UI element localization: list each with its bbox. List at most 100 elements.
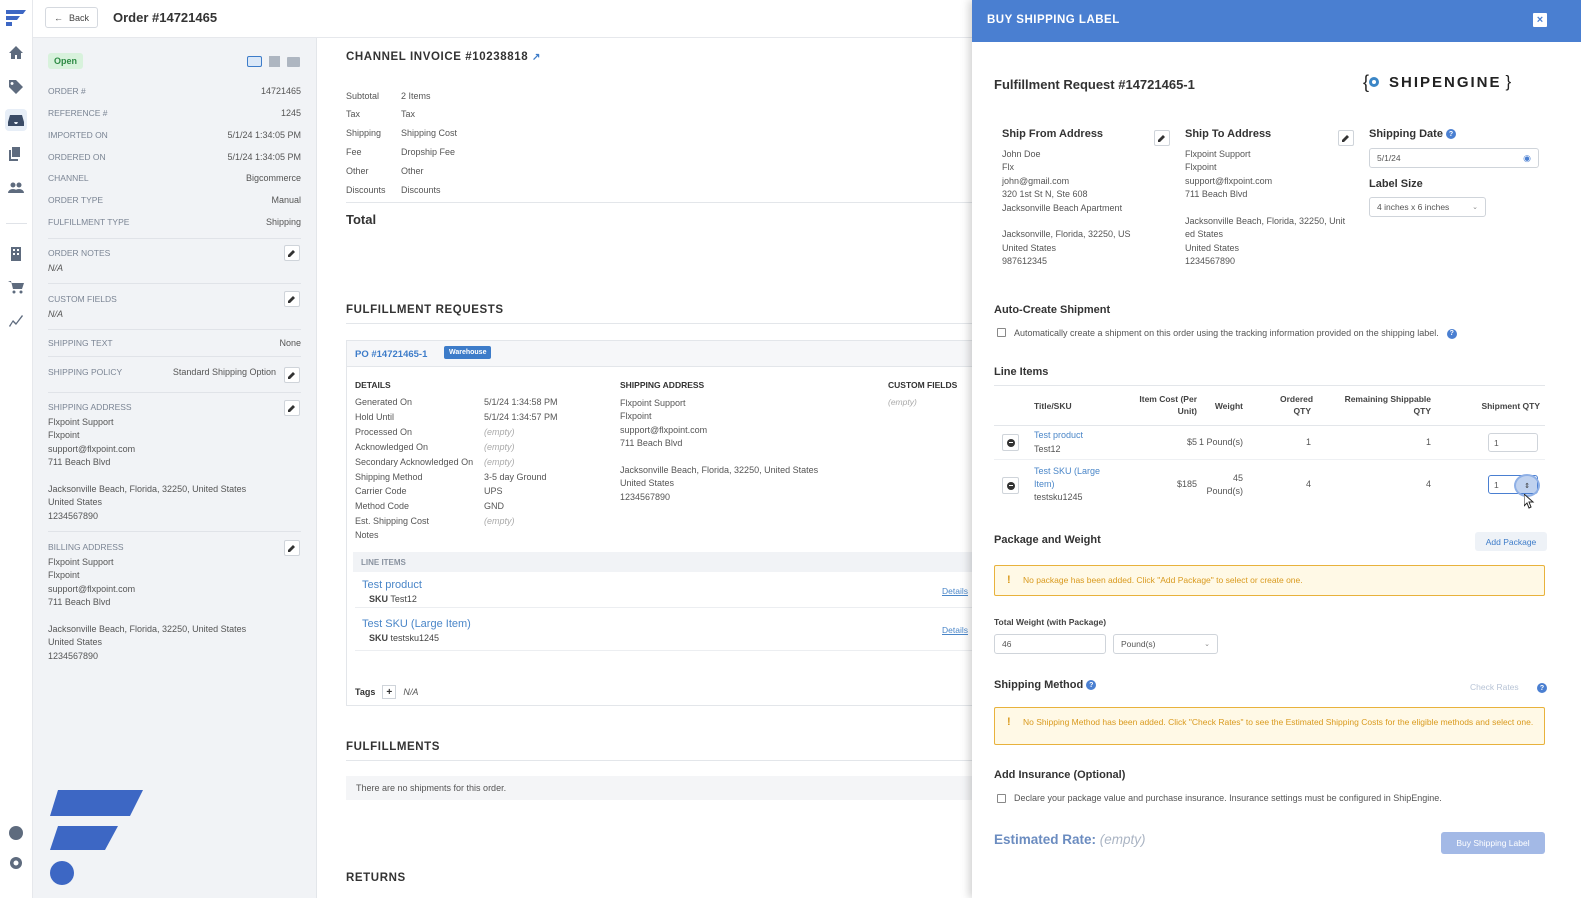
label-size-select[interactable]: 4 inches x 6 inches ⌄ xyxy=(1369,197,1486,217)
edit-ship-from-button[interactable] xyxy=(1154,130,1170,146)
col-remaining-qty: Remaining Shippable QTY xyxy=(1344,394,1431,416)
flxpoint-logo-icon[interactable] xyxy=(4,6,28,30)
inbox-icon[interactable] xyxy=(5,109,27,131)
invoice-icon[interactable] xyxy=(269,56,280,67)
add-package-button[interactable]: Add Package xyxy=(1475,532,1547,551)
po-title[interactable]: PO #14721465-1 xyxy=(355,349,427,360)
edit-order-notes-button[interactable] xyxy=(284,245,300,261)
auto-create-text: Automatically create a shipment on this … xyxy=(1014,328,1457,339)
tags-label: Tags xyxy=(355,687,376,697)
sku-value: Test12 xyxy=(390,594,417,604)
arrow-left-icon: ← xyxy=(53,12,63,23)
row-title[interactable]: Test product xyxy=(1034,430,1083,440)
detail-label: Method Code xyxy=(355,501,410,511)
package-weight-title: Package and Weight xyxy=(994,534,1101,546)
help-icon[interactable] xyxy=(5,822,27,844)
minus-circle-icon xyxy=(1006,481,1015,490)
copy-icon[interactable] xyxy=(5,143,27,165)
detail-label: Processed On xyxy=(355,427,413,437)
home-icon[interactable] xyxy=(5,42,27,64)
shipengine-logo: { SHIPENGINE } xyxy=(1363,71,1511,93)
building-icon[interactable] xyxy=(5,243,27,265)
tags-row: Tags + N/A xyxy=(355,685,418,699)
invoice-row: Discounts Discounts xyxy=(346,185,441,195)
invoice-value: Other xyxy=(401,166,424,176)
shipment-qty-input[interactable]: 1 xyxy=(1488,433,1538,452)
help-icon[interactable]: ? xyxy=(1446,328,1457,339)
shipping-policy-row: SHIPPING POLICY Standard Shipping Option xyxy=(48,367,276,377)
divider xyxy=(48,356,301,357)
address-line: Flxpoint Support xyxy=(48,557,114,567)
address-line: Flxpoint xyxy=(620,411,652,422)
line-item-name[interactable]: Test SKU (Large Item) xyxy=(362,618,471,630)
divider xyxy=(355,607,981,608)
row-title[interactable]: Test SKU (Large Item) xyxy=(1034,465,1114,491)
auto-create-checkbox[interactable] xyxy=(997,328,1006,337)
auto-create-title: Auto-Create Shipment xyxy=(994,304,1111,316)
field-label: BILLING ADDRESS xyxy=(48,542,124,552)
buy-shipping-label-button[interactable]: Buy Shipping Label xyxy=(1441,832,1545,854)
shipengine-gear-icon: { xyxy=(1363,72,1379,92)
line-item-details-link[interactable]: Details xyxy=(942,625,968,635)
invoice-value: Shipping Cost xyxy=(401,128,458,138)
edit-shipping-policy-button[interactable] xyxy=(284,367,300,383)
order-details-panel: Open ORDER # 14721465 REFERENCE # 1245 IMP… xyxy=(33,38,317,898)
shipping-date-input[interactable]: 5/1/24 ◉ xyxy=(1369,148,1539,168)
tag-icon[interactable] xyxy=(5,76,27,98)
cash-icon[interactable] xyxy=(247,56,262,67)
cart-icon[interactable] xyxy=(5,276,27,298)
check-rates-button[interactable]: Check Rates xyxy=(1470,682,1519,692)
help-icon[interactable]: ? xyxy=(1445,129,1456,140)
help-icon[interactable]: ? xyxy=(1537,683,1547,693)
shipping-address-block: Flxpoint Support Flxpoint support@flxpoi… xyxy=(48,416,246,523)
svg-text:{: { xyxy=(1363,72,1369,92)
add-tag-button[interactable]: + xyxy=(382,685,397,699)
line-item-details-link[interactable]: Details xyxy=(942,586,968,596)
divider xyxy=(48,329,301,330)
row-weight: 45 Pound(s) xyxy=(1206,473,1243,496)
field-value: Bigcommerce xyxy=(245,173,301,183)
weight-unit-select[interactable]: Pound(s) ⌄ xyxy=(1113,634,1218,654)
total-weight-input[interactable]: 46 xyxy=(994,634,1106,654)
logo-bracket: } xyxy=(1505,72,1512,91)
settings-gear-icon[interactable] xyxy=(5,852,27,874)
sku-value: testsku1245 xyxy=(390,633,440,643)
insurance-checkbox[interactable] xyxy=(997,794,1006,803)
invoice-label: Discounts xyxy=(346,185,386,195)
total-weight-value: 46 xyxy=(1002,639,1012,649)
billing-address-row: BILLING ADDRESS xyxy=(48,542,301,552)
analytics-icon[interactable] xyxy=(5,309,27,331)
remove-row-button[interactable] xyxy=(1002,434,1019,451)
invoice-row: Other Other xyxy=(346,166,424,176)
order-number-row: ORDER # 14721465 xyxy=(48,86,301,96)
external-link-icon[interactable]: ↗ xyxy=(532,52,541,63)
invoice-value: Tax xyxy=(401,109,416,119)
line-item-name[interactable]: Test product xyxy=(362,579,422,591)
divider xyxy=(48,531,301,532)
address-line: john@gmail.com xyxy=(1002,175,1070,186)
col-weight: Weight xyxy=(1214,401,1243,411)
edit-ship-to-button[interactable] xyxy=(1338,130,1354,146)
estimated-rate-value: (empty) xyxy=(1099,832,1146,847)
shipping-address-heading: SHIPPING ADDRESS xyxy=(620,380,705,390)
field-label: CUSTOM FIELDS xyxy=(48,294,117,304)
fulfillments-title: FULFILLMENTS xyxy=(346,741,441,753)
sku-label: SKU xyxy=(369,633,389,643)
edit-shipping-address-button[interactable] xyxy=(284,400,300,416)
clear-icon[interactable]: ◉ xyxy=(1523,153,1531,164)
remove-row-button[interactable] xyxy=(1002,477,1019,494)
help-icon[interactable]: ? xyxy=(1086,680,1097,691)
close-icon[interactable]: × xyxy=(1533,13,1547,27)
detail-value: (empty) xyxy=(484,457,515,467)
edit-custom-fields-button[interactable] xyxy=(284,291,300,307)
edit-billing-address-button[interactable] xyxy=(284,540,300,556)
invoice-label: Tax xyxy=(346,109,361,119)
truck-icon[interactable] xyxy=(287,57,300,67)
line-item-sku: SKU testsku1245 xyxy=(369,633,439,643)
shipping-method-warning-text: No Shipping Method has been added. Click… xyxy=(1023,717,1534,727)
address-line: United States xyxy=(48,637,103,648)
field-label: FULFILLMENT TYPE xyxy=(48,217,130,227)
back-button[interactable]: ← Back xyxy=(45,7,98,28)
address-line: 1234567890 xyxy=(48,650,99,661)
users-icon[interactable] xyxy=(5,177,27,199)
